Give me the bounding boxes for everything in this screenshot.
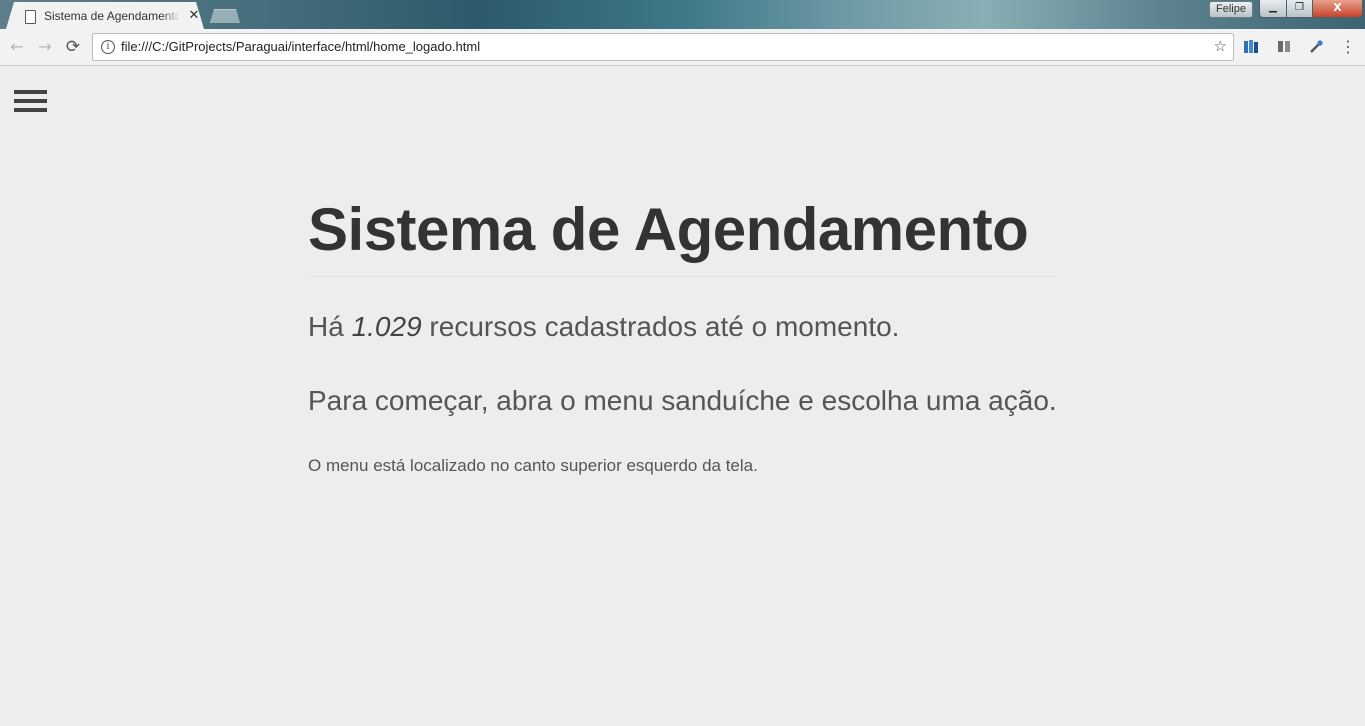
bookmark-manager-icon[interactable] [1243,39,1259,55]
eyedropper-icon[interactable] [1308,39,1324,55]
bookmark-star-icon[interactable]: ☆ [1214,37,1227,55]
reader-icon[interactable] [1276,39,1292,55]
hamburger-bar [14,99,47,103]
resource-count-value: 1.029 [351,311,422,342]
instruction-text: Para começar, abra o menu sanduíche e es… [308,385,1057,416]
minimize-button[interactable]: ▁ [1259,0,1287,18]
browser-toolbar: ← → ⟳ i file:///C:/GitProjects/Paraguai/… [0,29,1365,66]
hamburger-bar [14,108,47,112]
resource-count-suffix: recursos cadastrados até o momento. [421,311,900,342]
title-divider [308,276,1056,277]
page-body: Sistema de Agendamento Há 1.029 recursos… [0,66,1365,726]
url-text[interactable]: file:///C:/GitProjects/Paraguai/interfac… [121,39,480,54]
menu-location-note: O menu está localizado no canto superior… [308,456,758,475]
browser-titlebar: Sistema de Agendamento ✕ Felipe ▁ ❐ X [0,0,1365,29]
info-icon[interactable]: i [101,40,115,54]
maximize-button[interactable]: ❐ [1286,0,1313,18]
window-controls: ▁ ❐ X [1259,0,1363,18]
reload-icon[interactable]: ⟳ [63,37,83,57]
close-window-button[interactable]: X [1312,0,1363,18]
back-arrow-icon[interactable]: ← [7,37,27,57]
tab-title: Sistema de Agendamento [44,9,179,23]
hamburger-menu-icon[interactable] [14,89,47,115]
browser-menu-icon[interactable]: ⋮ [1340,37,1356,57]
address-bar[interactable]: i file:///C:/GitProjects/Paraguai/interf… [92,33,1234,61]
resource-count-prefix: Há [308,311,352,342]
new-tab-button[interactable] [210,9,240,23]
page-icon [25,10,36,24]
page-title: Sistema de Agendamento [308,196,1029,263]
tab-active[interactable]: Sistema de Agendamento ✕ [6,2,204,29]
forward-arrow-icon[interactable]: → [35,37,55,57]
hamburger-bar [14,90,47,94]
tab-close-icon[interactable]: ✕ [187,8,201,24]
profile-button[interactable]: Felipe [1209,1,1253,18]
resource-count-line: Há 1.029 recursos cadastrados até o mome… [308,311,899,343]
tab-title-fade [161,8,181,26]
main-content: Sistema de Agendamento Há 1.029 recursos… [308,194,1057,475]
